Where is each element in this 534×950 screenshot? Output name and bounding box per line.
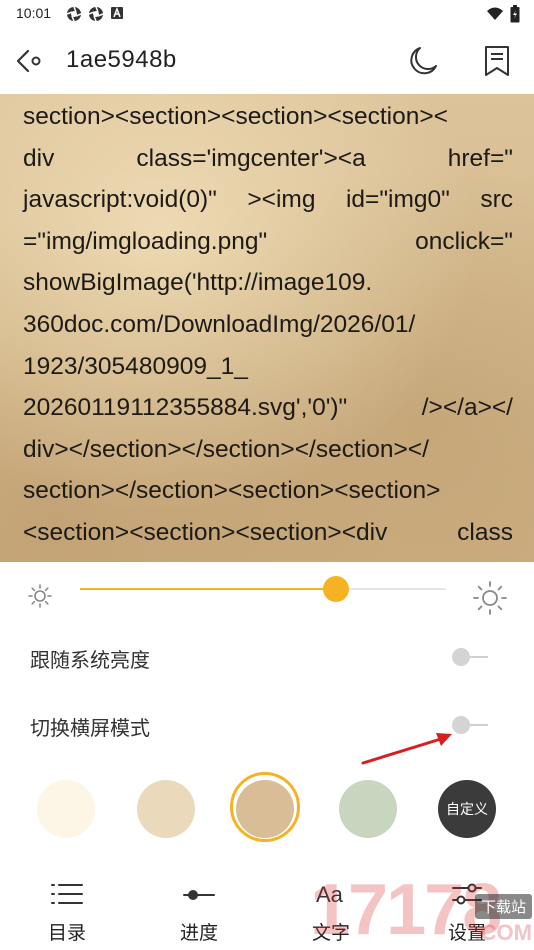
text-line: div></section></section></section></ bbox=[23, 435, 429, 463]
text-line: 20260119112355884.svg','0')" /></a></ bbox=[23, 394, 513, 422]
app-a-icon bbox=[111, 6, 123, 19]
follow-system-brightness-label: 跟随系统亮度 bbox=[30, 648, 150, 672]
system-icons bbox=[486, 5, 520, 23]
watermark-badge: 下载站 bbox=[474, 894, 532, 919]
back-button[interactable] bbox=[14, 44, 48, 78]
text-line: <section><section><section><div class bbox=[23, 518, 513, 546]
progress-icon bbox=[183, 890, 215, 900]
status-time: 10:01 bbox=[16, 5, 52, 21]
site-watermark: 17178 下载站 .COM bbox=[310, 870, 534, 950]
text-line: div class='imgcenter'><a href=" bbox=[23, 144, 513, 172]
wifi-icon bbox=[487, 7, 503, 20]
theme-swatch[interactable] bbox=[137, 780, 195, 838]
aperture-icon bbox=[66, 6, 82, 22]
battery-icon bbox=[510, 5, 520, 23]
nav-contents[interactable]: 目录 bbox=[22, 872, 112, 950]
watermark-suffix: .COM bbox=[474, 920, 532, 945]
nav-progress[interactable]: 进度 bbox=[154, 872, 244, 950]
follow-system-brightness-row: 跟随系统亮度 bbox=[30, 636, 500, 676]
text-line: 360doc.com/DownloadImg/2026/01/ bbox=[23, 310, 416, 338]
text-line: section><section><section><section>< bbox=[23, 103, 448, 130]
status-bar: 10:01 bbox=[0, 0, 534, 28]
document-title: 1ae5948b bbox=[66, 46, 177, 73]
theme-swatch-selected[interactable] bbox=[236, 780, 294, 838]
landscape-mode-label: 切换横屏模式 bbox=[30, 716, 150, 740]
aperture-icon bbox=[88, 6, 104, 22]
theme-swatch[interactable] bbox=[339, 780, 397, 838]
brightness-slider-thumb[interactable] bbox=[323, 576, 350, 602]
reading-page[interactable]: section><section><section><section>< div… bbox=[0, 94, 534, 562]
text-line: javascript:void(0)" ><img id="img0" src bbox=[23, 186, 513, 214]
text-line: showBigImage('http://image109. bbox=[23, 269, 373, 297]
brightness-slider[interactable] bbox=[80, 576, 446, 602]
follow-system-brightness-toggle[interactable] bbox=[452, 648, 488, 666]
bookmark-button[interactable] bbox=[480, 44, 514, 78]
list-icon bbox=[51, 884, 83, 904]
text-line: ="img/imgloading.png" onclick=" bbox=[23, 227, 513, 255]
toggle-knob bbox=[452, 648, 470, 666]
custom-theme-button[interactable]: 自定义 bbox=[438, 780, 496, 838]
nav-label: 目录 bbox=[47, 922, 86, 944]
text-line: 1923/305480909_1_ bbox=[23, 352, 248, 380]
brightness-high-icon bbox=[473, 581, 507, 615]
reader-top-bar: 1ae5948b bbox=[0, 28, 534, 94]
red-arrow-annotation bbox=[361, 733, 452, 765]
brightness-low-icon bbox=[28, 584, 52, 608]
watermark-number: 17178 bbox=[310, 870, 502, 950]
notification-icons bbox=[66, 6, 124, 22]
night-mode-button[interactable] bbox=[406, 44, 440, 78]
text-line: section></section><section><section> bbox=[23, 477, 441, 505]
page-text: section><section><section><section>< div… bbox=[23, 96, 513, 554]
brightness-slider-fill bbox=[80, 588, 337, 590]
background-theme-picker: 自定义 bbox=[0, 772, 534, 848]
nav-label: 进度 bbox=[179, 922, 218, 944]
theme-swatch[interactable] bbox=[37, 780, 95, 838]
